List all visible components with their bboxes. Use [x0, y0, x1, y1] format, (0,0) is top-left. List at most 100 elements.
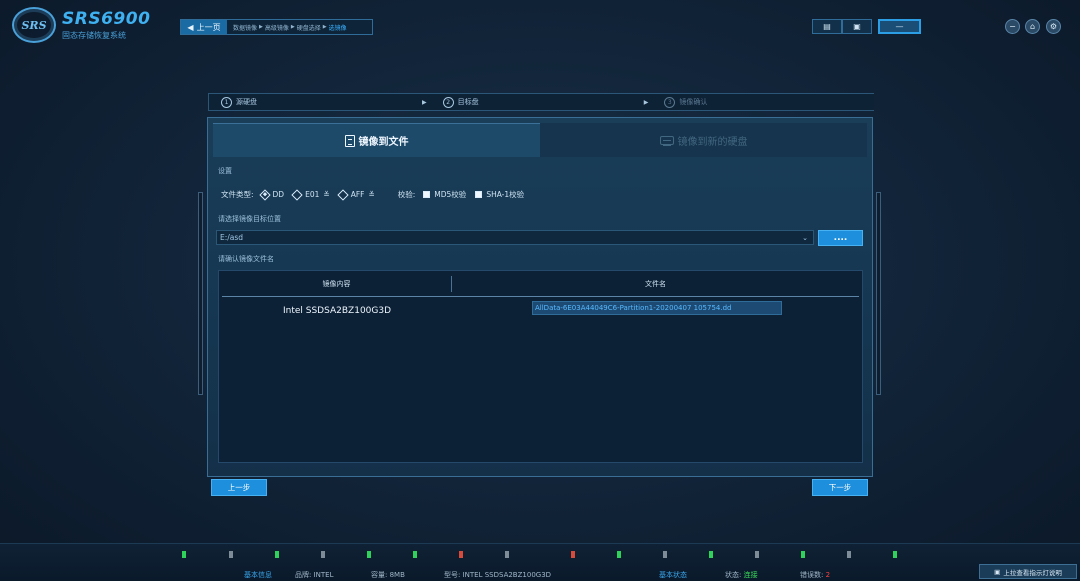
chevron-down-icon: ≚ — [323, 190, 330, 199]
column-header-filename: 文件名 — [645, 279, 666, 288]
status-led — [663, 551, 667, 558]
status-led — [893, 551, 897, 558]
radio-indicator — [291, 188, 303, 201]
next-step-button[interactable]: 下一步 — [812, 479, 868, 496]
tab-label: 镜像到文件 — [358, 137, 409, 148]
step-label: 目标盘 — [457, 98, 479, 106]
step-bar: 1 源硬盘 ▶ 2 目标盘 ▶ 3 镜像确认 — [208, 93, 874, 111]
filename-table: 镜像内容 文件名 Intel SSDSA2BZ100G3D AllData-6E… — [218, 270, 863, 463]
breadcrumb-item-current: 选镜像 — [328, 24, 347, 32]
status-led — [367, 551, 371, 558]
gear-icon: ⚙ — [1049, 22, 1058, 31]
brand-label: 品牌: — [295, 571, 312, 579]
state-info: 状态: 连接 — [725, 570, 758, 580]
app-logo: SRS SRS6900 固态存储恢复系统 — [12, 7, 150, 43]
prev-step-button[interactable]: 上一步 — [211, 479, 267, 496]
led-help-button[interactable]: ▣ 上拉查看指示灯说明 — [979, 564, 1077, 579]
breadcrumb-item[interactable]: 硬盘选择 — [297, 23, 321, 32]
model-label: 型号: — [444, 571, 461, 579]
active-tool-button[interactable]: — — [878, 19, 921, 34]
logo-mark: SRS — [12, 7, 56, 43]
status-bar: 基本信息 品牌: INTEL 容量: 8MB 型号: INTEL SSDSA2B… — [0, 543, 1080, 581]
step-number: 2 — [442, 96, 454, 108]
back-button[interactable]: ◀ 上一页 — [181, 20, 227, 34]
right-rail — [876, 192, 881, 395]
chevron-right-icon: ▶ — [259, 24, 263, 30]
status-led — [801, 551, 805, 558]
checkbox-label: SHA-1校验 — [486, 190, 525, 199]
report-icon: ▤ — [823, 22, 831, 31]
checkbox-md5[interactable]: MD5校验 — [423, 189, 466, 200]
mirror-content-cell: Intel SSDSA2BZ100G3D — [282, 306, 392, 316]
radio-indicator — [337, 188, 349, 201]
breadcrumb-item[interactable]: 高级镜像 — [265, 23, 289, 32]
step-source-disk: 1 源硬盘 ▶ — [209, 94, 431, 110]
model-info: 型号: INTEL SSDSA2BZ100G3D — [444, 570, 551, 580]
chevron-right-icon: ▶ — [422, 98, 427, 106]
chevron-right-icon: ▶ — [643, 98, 649, 106]
report-button[interactable]: ▤ — [812, 19, 842, 34]
file-type-label: 文件类型: — [221, 190, 254, 199]
settings-section-label: 设置 — [218, 167, 232, 175]
case-button[interactable]: ▣ — [842, 19, 872, 34]
mirror-panel: 镜像到文件 镜像到新的硬盘 设置 文件类型: DD E01 ≚ AFF ≚ 校验: … — [207, 117, 873, 477]
chevron-right-icon: ▶ — [322, 24, 327, 30]
state-value: 连接 — [743, 571, 758, 579]
minimize-icon: − — [1009, 22, 1016, 31]
status-led — [617, 551, 621, 558]
verify-label: 校验: — [397, 190, 416, 199]
basic-status-label: 基本状态 — [659, 571, 687, 579]
brand-value: INTEL — [313, 571, 334, 579]
status-led — [459, 551, 463, 558]
app-title: SRS6900 — [62, 9, 151, 29]
confirm-filename-label: 请确认镜像文件名 — [218, 255, 274, 263]
radio-dd[interactable]: DD — [258, 188, 284, 201]
home-button[interactable]: ⌂ — [1025, 19, 1040, 34]
file-icon — [344, 134, 355, 147]
breadcrumb: 数据镜像 ▶ 高级镜像 ▶ 硬盘选择 ▶ 选镜像 — [227, 23, 347, 32]
radio-e01[interactable]: E01 ≚ — [291, 188, 330, 201]
led-help-label: 上拉查看指示灯说明 — [1003, 568, 1062, 577]
status-led — [182, 551, 186, 558]
target-path-value: E:/asd — [220, 233, 244, 242]
checkbox-sha1[interactable]: SHA-1校验 — [475, 189, 524, 200]
status-led — [413, 551, 417, 558]
radio-aff[interactable]: AFF ≚ — [337, 188, 375, 201]
disk-icon — [659, 135, 674, 146]
status-led — [275, 551, 279, 558]
settings-button[interactable]: ⚙ — [1046, 19, 1061, 34]
target-location-label: 请选择镜像目标位置 — [218, 215, 281, 223]
browse-button[interactable]: .... — [818, 230, 863, 246]
breadcrumb-item[interactable]: 数据镜像 — [233, 23, 257, 32]
step-target-disk: 2 目标盘 ▶ — [431, 94, 653, 110]
status-led — [505, 551, 509, 558]
tab-label: 镜像到新的硬盘 — [677, 136, 748, 148]
tab-mirror-to-file[interactable]: 镜像到文件 — [213, 123, 540, 157]
status-led — [571, 551, 575, 558]
error-count-value: 2 — [825, 571, 831, 579]
basic-info-label: 基本信息 — [244, 571, 272, 579]
breadcrumb-bar: ◀ 上一页 数据镜像 ▶ 高级镜像 ▶ 硬盘选择 ▶ 选镜像 — [180, 19, 373, 35]
case-icon: ▣ — [853, 22, 861, 31]
step-number: 3 — [664, 96, 676, 108]
checkbox-label: MD5校验 — [434, 190, 467, 199]
capacity-value: 8MB — [389, 571, 405, 579]
table-header: 镜像内容 文件名 — [222, 271, 859, 297]
status-led — [321, 551, 325, 558]
chevron-down-icon: ≚ — [368, 190, 375, 199]
filename-input[interactable]: AllData-6E03A44049C6-Partition1-20200407… — [532, 301, 782, 315]
toolbar: ▤ ▣ — — [812, 19, 921, 34]
step-number: 1 — [221, 96, 232, 108]
back-arrow-icon: ◀ — [187, 22, 194, 32]
left-rail — [198, 192, 203, 395]
step-label: 源硬盘 — [236, 98, 257, 106]
home-icon: ⌂ — [1029, 22, 1036, 31]
target-path-select[interactable]: E:/asd ⌄ — [216, 230, 814, 245]
model-value: INTEL SSDSA2BZ100G3D — [462, 571, 552, 579]
dash-icon: — — [895, 22, 904, 31]
brand-info: 品牌: INTEL — [295, 570, 334, 580]
state-label: 状态: — [725, 571, 742, 579]
minimize-button[interactable]: − — [1005, 19, 1020, 34]
tab-bar: 镜像到文件 镜像到新的硬盘 — [213, 123, 867, 157]
tab-mirror-to-disk[interactable]: 镜像到新的硬盘 — [540, 123, 867, 157]
